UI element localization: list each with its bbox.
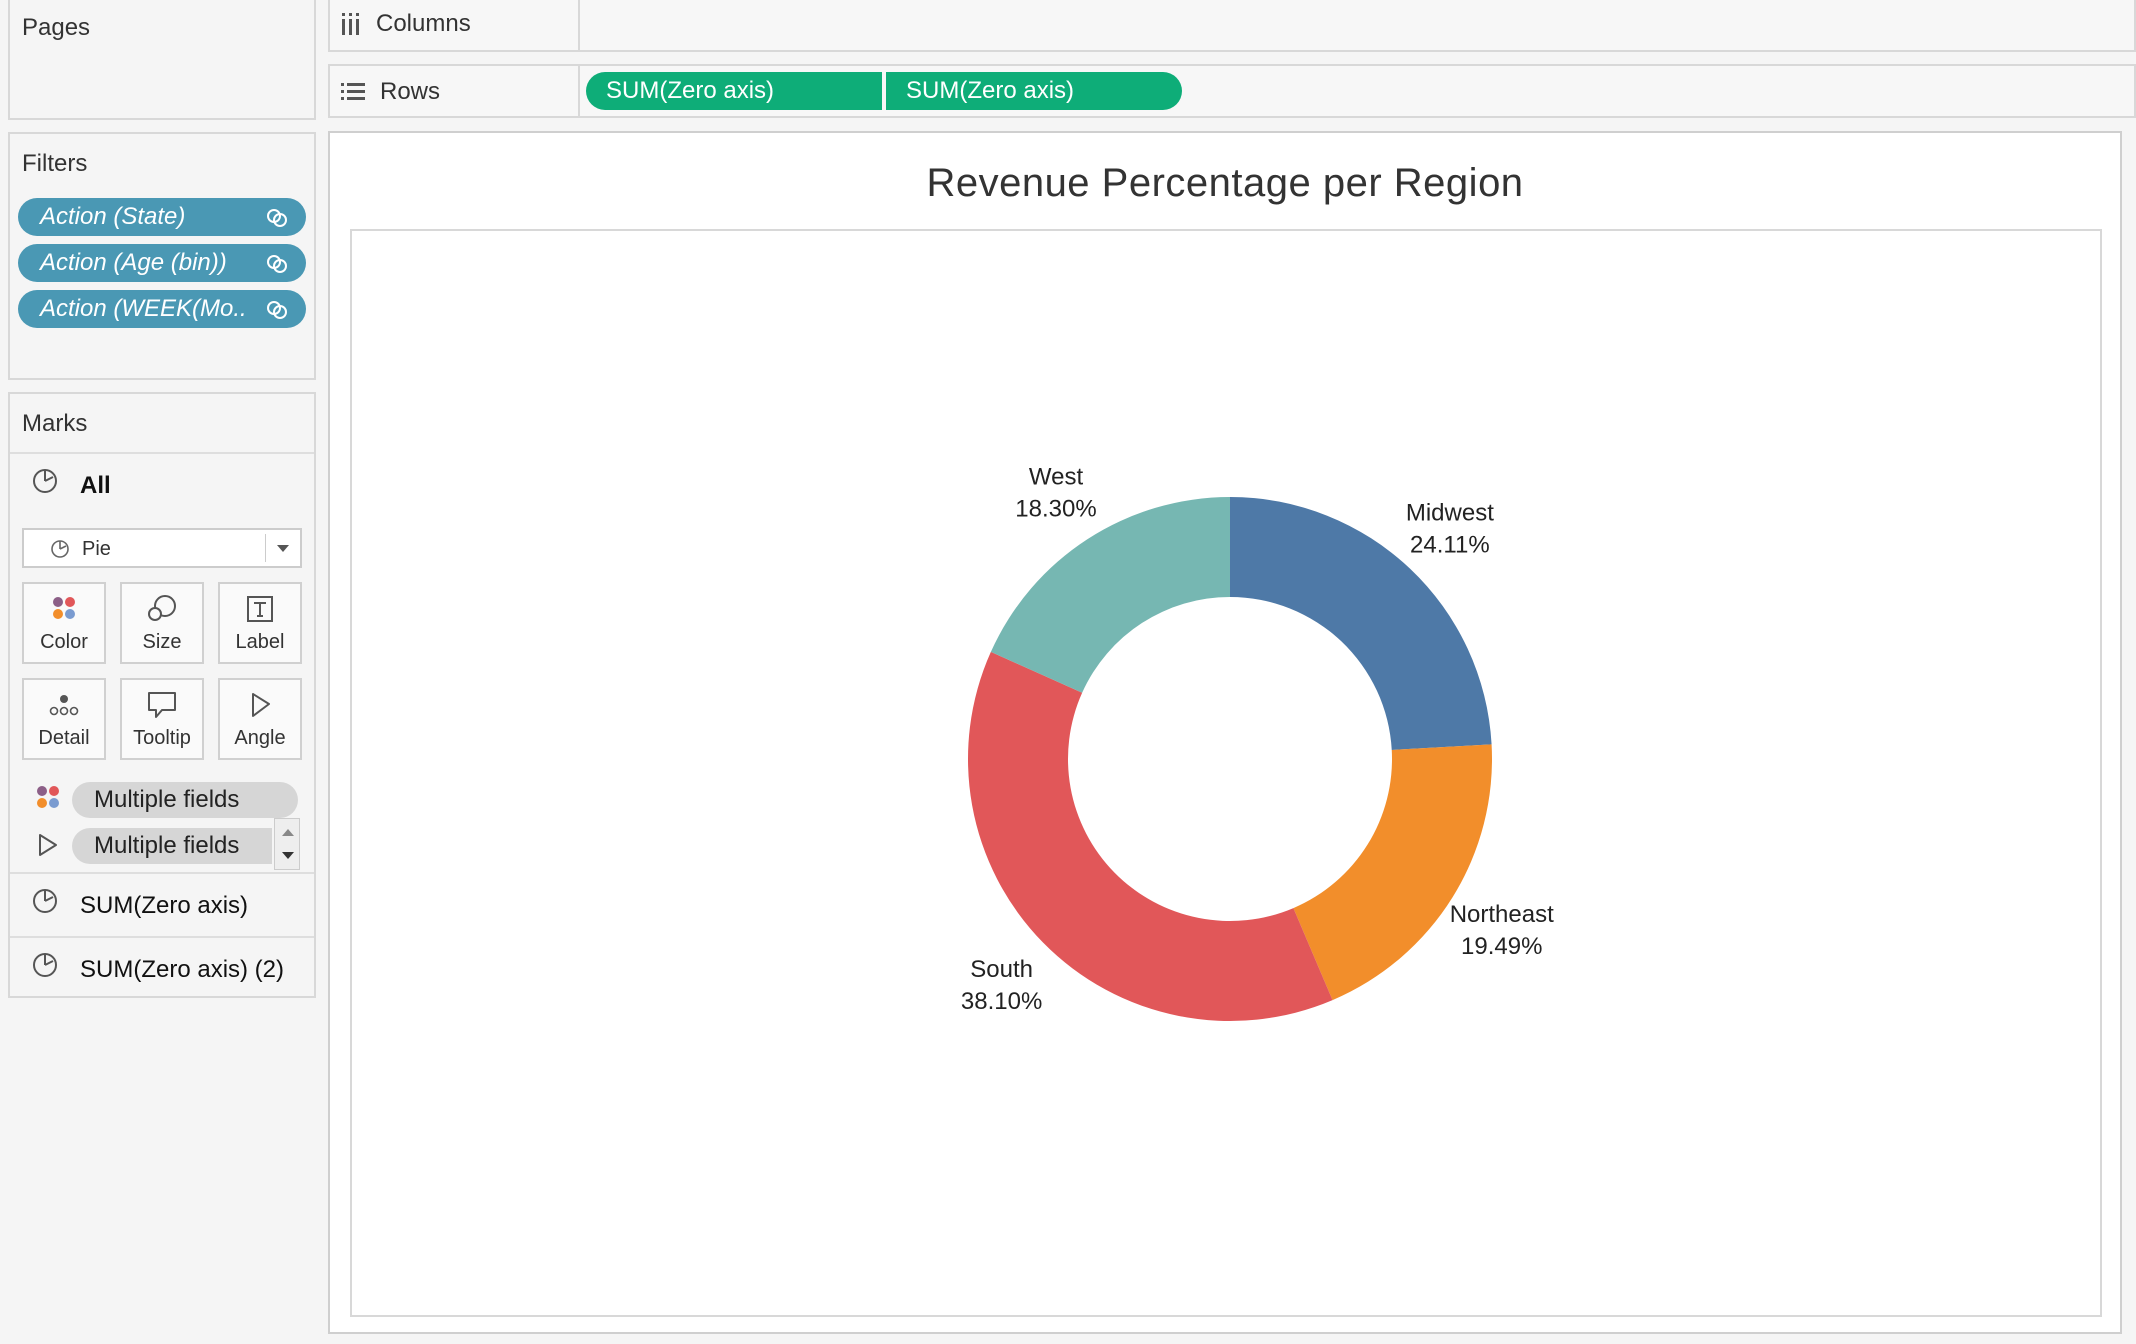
- pages-title: Pages: [22, 14, 91, 41]
- color-dots-icon: [53, 597, 75, 619]
- rows-shelf[interactable]: Rows SUM(Zero axis) SUM(Zero axis): [328, 64, 2136, 118]
- rows-shelf-label: Rows: [340, 78, 440, 106]
- angle-button[interactable]: Angle: [218, 678, 302, 760]
- pie-slice-west[interactable]: [990, 497, 1230, 693]
- rows-icon: [341, 83, 365, 100]
- detail-button[interactable]: Detail: [22, 678, 106, 760]
- mark-type-value: Pie: [82, 538, 111, 560]
- slice-label-west: West 18.30%: [1015, 463, 1096, 522]
- slice-label-midwest: Midwest 24.11%: [1406, 499, 1494, 558]
- action-link-icon: [267, 301, 287, 319]
- rows-pill-zero-axis-1[interactable]: SUM(Zero axis): [586, 72, 882, 110]
- pie-icon: [33, 889, 57, 913]
- marks-layer-label: SUM(Zero axis): [80, 892, 249, 919]
- shelf-divider: [578, 66, 580, 116]
- field-pill-label: Multiple fields: [94, 832, 240, 859]
- filters-card: Filters Action (State) Action (Age (bin)…: [8, 132, 316, 380]
- pie-icon: [33, 469, 57, 493]
- dropdown-divider: [265, 534, 266, 562]
- rows-pill-label: SUM(Zero axis): [906, 77, 1075, 104]
- marks-all-label: All: [80, 472, 111, 499]
- tooltip-bubble-icon: [148, 692, 176, 718]
- donut-chart: Midwest 24.11% Northeast 19.49% South 38.10% W…: [961, 463, 1554, 1022]
- filter-pill-label: Action (State): [40, 203, 186, 230]
- chevron-down-icon: [277, 545, 289, 552]
- columns-icon: [342, 13, 359, 35]
- scroll-down-icon[interactable]: [281, 851, 295, 861]
- filters-title: Filters: [22, 150, 88, 177]
- pie-icon: [33, 953, 57, 977]
- rows-label: Rows: [380, 78, 441, 105]
- shelf-divider: [578, 0, 580, 50]
- tooltip-button[interactable]: Tooltip: [120, 678, 204, 760]
- text-label-icon: [247, 596, 273, 622]
- color-field-pill[interactable]: Multiple fields: [72, 782, 298, 818]
- marks-layer-label: SUM(Zero axis) (2): [80, 956, 285, 983]
- rows-pill-zero-axis-2[interactable]: SUM(Zero axis): [886, 72, 1182, 110]
- worksheet-view: Revenue Percentage per Region Midwest 24.…: [328, 131, 2122, 1334]
- detail-button-label: Detail: [38, 727, 90, 749]
- slice-name-label: Midwest: [1406, 499, 1494, 526]
- slice-value-label: 24.11%: [1410, 531, 1490, 558]
- action-link-icon: [267, 209, 287, 227]
- angle-field-pill[interactable]: Multiple fields: [72, 828, 272, 864]
- marks-card: Marks All Pie Color Size Label Detail To…: [8, 392, 316, 998]
- filter-pill-label: Action (Age (bin)): [40, 249, 227, 276]
- slice-name-label: Northeast: [1450, 901, 1554, 928]
- field-list-scrollbar[interactable]: [274, 818, 300, 870]
- slice-label-south: South 38.10%: [961, 956, 1042, 1015]
- filter-pill-week[interactable]: Action (WEEK(Mo..: [18, 290, 306, 328]
- rows-pill-label: SUM(Zero axis): [606, 77, 775, 104]
- mark-type-dropdown[interactable]: Pie: [22, 528, 302, 568]
- columns-label: Columns: [376, 10, 471, 37]
- filter-pill-age-bin[interactable]: Action (Age (bin)): [18, 244, 306, 282]
- action-link-icon: [267, 255, 287, 273]
- chart-title: Revenue Percentage per Region: [926, 161, 1524, 205]
- color-button-label: Color: [40, 631, 88, 653]
- label-button-label: Label: [235, 631, 285, 653]
- marks-layer-1[interactable]: SUM(Zero axis): [10, 872, 314, 936]
- field-pill-label: Multiple fields: [94, 786, 240, 813]
- slice-value-label: 38.10%: [961, 988, 1042, 1015]
- marks-layer-2[interactable]: SUM(Zero axis) (2): [10, 936, 314, 1000]
- pie-icon: [51, 540, 69, 558]
- marks-all-tab[interactable]: All: [10, 452, 314, 518]
- detail-dots-icon: [49, 695, 79, 716]
- size-button-label: Size: [142, 631, 182, 653]
- size-button[interactable]: Size: [120, 582, 204, 664]
- filter-pill-label: Action (WEEK(Mo..: [40, 295, 247, 322]
- angle-icon: [39, 834, 57, 856]
- color-dots-icon: [37, 786, 59, 808]
- slice-name-label: West: [1029, 463, 1084, 490]
- columns-shelf[interactable]: Columns: [328, 0, 2136, 52]
- chart-pane: Midwest 24.11% Northeast 19.49% South 38.10% W…: [350, 229, 2102, 1317]
- tooltip-button-label: Tooltip: [133, 727, 191, 749]
- columns-shelf-label: Columns: [340, 10, 471, 38]
- filter-pill-state[interactable]: Action (State): [18, 198, 306, 236]
- angle-button-label: Angle: [234, 727, 286, 749]
- pages-card: Pages: [8, 0, 316, 120]
- label-button[interactable]: Label: [218, 582, 302, 664]
- pie-slice-northeast[interactable]: [1293, 744, 1492, 1001]
- scroll-up-icon[interactable]: [281, 827, 295, 837]
- slice-value-label: 18.30%: [1015, 495, 1096, 522]
- slice-value-label: 19.49%: [1461, 933, 1542, 960]
- size-circles-icon: [148, 595, 176, 621]
- color-button[interactable]: Color: [22, 582, 106, 664]
- slice-name-label: South: [970, 956, 1033, 983]
- marks-title: Marks: [22, 410, 88, 437]
- slice-label-northeast: Northeast 19.49%: [1450, 901, 1554, 960]
- angle-icon: [252, 693, 270, 717]
